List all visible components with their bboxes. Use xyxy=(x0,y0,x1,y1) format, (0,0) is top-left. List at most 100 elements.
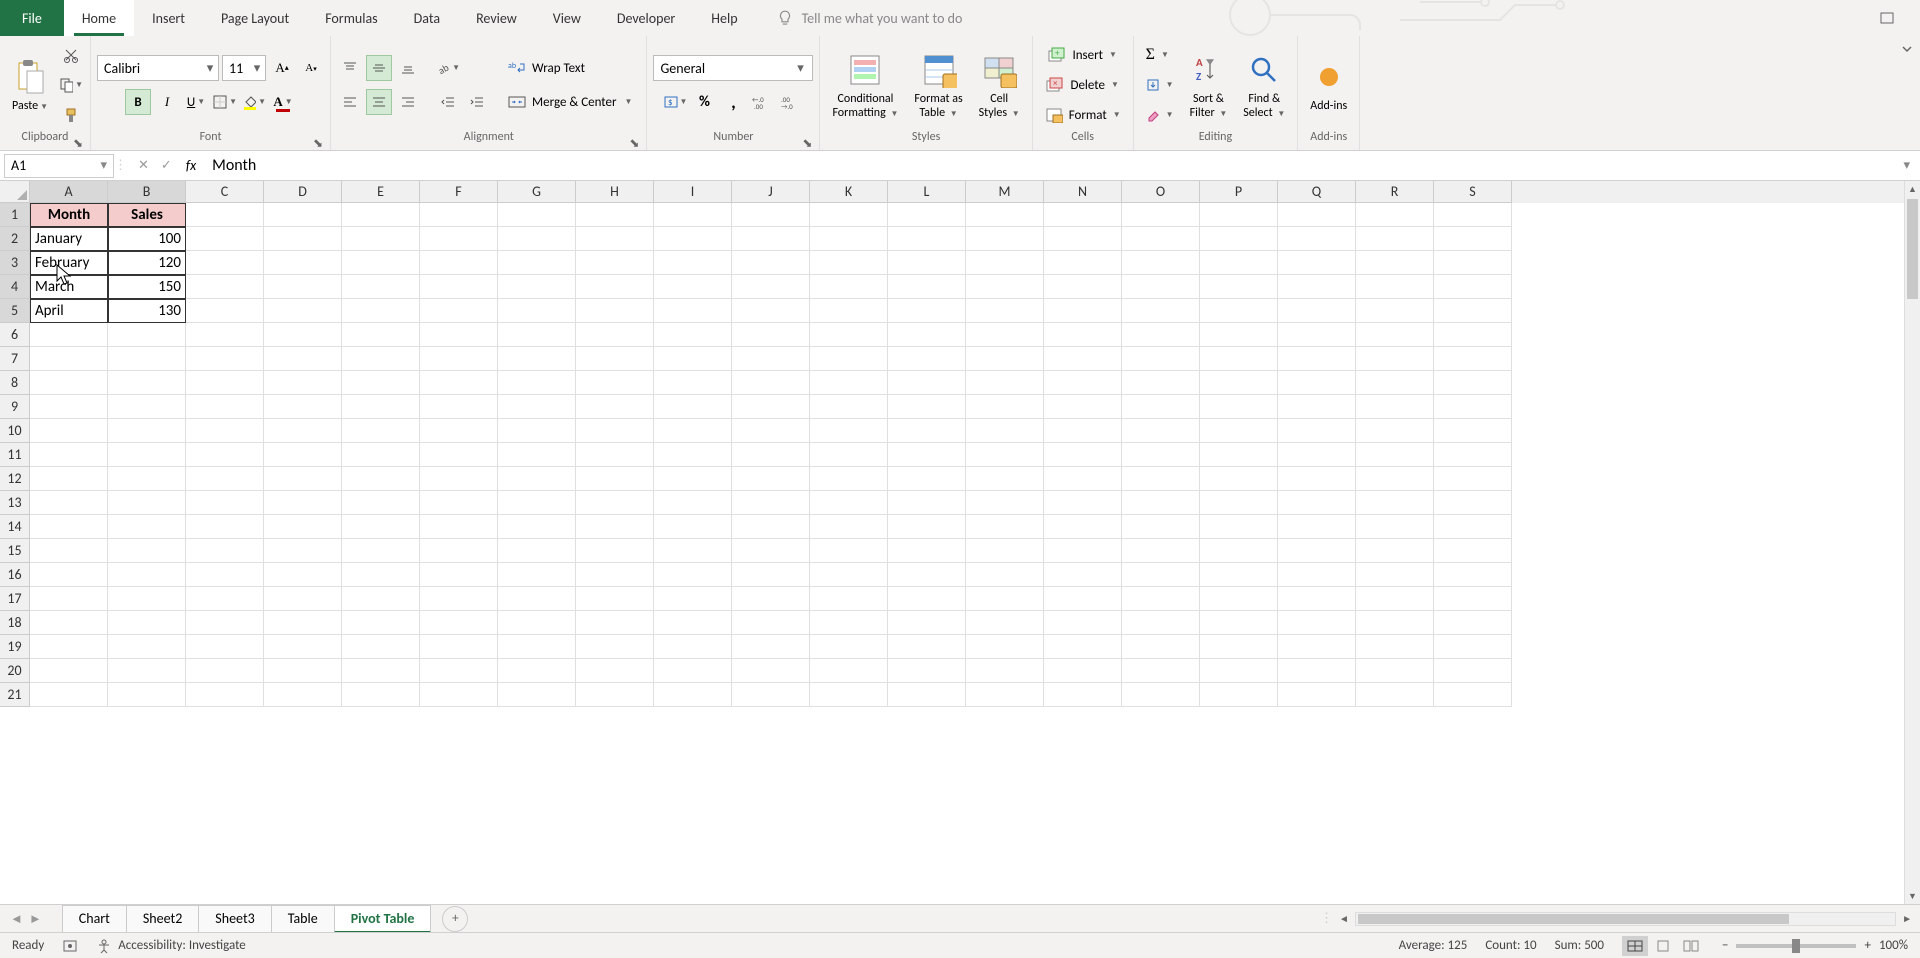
cell-J5[interactable] xyxy=(732,299,810,323)
cell-F16[interactable] xyxy=(420,563,498,587)
cell-D9[interactable] xyxy=(264,395,342,419)
cell-B3[interactable]: 120 xyxy=(108,251,186,275)
row-header-18[interactable]: 18 xyxy=(0,611,30,635)
scroll-up-button[interactable]: ▲ xyxy=(1905,181,1920,197)
cell-J10[interactable] xyxy=(732,419,810,443)
cell-Q19[interactable] xyxy=(1278,635,1356,659)
row-header-10[interactable]: 10 xyxy=(0,419,30,443)
cell-D3[interactable] xyxy=(264,251,342,275)
column-header-G[interactable]: G xyxy=(498,181,576,203)
cell-I15[interactable] xyxy=(654,539,732,563)
cut-button[interactable] xyxy=(58,42,84,68)
formula-input[interactable]: Month xyxy=(204,156,1893,175)
cell-N4[interactable] xyxy=(1044,275,1122,299)
cell-H6[interactable] xyxy=(576,323,654,347)
cell-F13[interactable] xyxy=(420,491,498,515)
normal-view-button[interactable] xyxy=(1622,936,1648,956)
cell-B8[interactable] xyxy=(108,371,186,395)
row-header-9[interactable]: 9 xyxy=(0,395,30,419)
cell-F10[interactable] xyxy=(420,419,498,443)
row-header-12[interactable]: 12 xyxy=(0,467,30,491)
cell-S13[interactable] xyxy=(1434,491,1512,515)
cell-Q9[interactable] xyxy=(1278,395,1356,419)
cell-B10[interactable] xyxy=(108,419,186,443)
cell-P16[interactable] xyxy=(1200,563,1278,587)
cell-E11[interactable] xyxy=(342,443,420,467)
cell-C15[interactable] xyxy=(186,539,264,563)
fill-color-button[interactable]: ▼ xyxy=(241,89,267,115)
tab-data[interactable]: Data xyxy=(396,0,458,36)
cell-L14[interactable] xyxy=(888,515,966,539)
wrap-text-button[interactable]: abWrap Text xyxy=(500,55,640,81)
cell-A5[interactable]: April xyxy=(30,299,108,323)
row-header-13[interactable]: 13 xyxy=(0,491,30,515)
cell-A7[interactable] xyxy=(30,347,108,371)
cell-G17[interactable] xyxy=(498,587,576,611)
cell-J1[interactable] xyxy=(732,203,810,227)
cell-H9[interactable] xyxy=(576,395,654,419)
cell-O8[interactable] xyxy=(1122,371,1200,395)
cell-M18[interactable] xyxy=(966,611,1044,635)
cell-J16[interactable] xyxy=(732,563,810,587)
cell-B13[interactable] xyxy=(108,491,186,515)
cell-J21[interactable] xyxy=(732,683,810,707)
cell-E18[interactable] xyxy=(342,611,420,635)
cell-F17[interactable] xyxy=(420,587,498,611)
page-break-view-button[interactable] xyxy=(1678,936,1704,956)
collapse-ribbon-caret[interactable] xyxy=(1894,36,1920,150)
autosum-button[interactable]: Σ▼ xyxy=(1140,42,1180,68)
cell-O16[interactable] xyxy=(1122,563,1200,587)
cell-E2[interactable] xyxy=(342,227,420,251)
cell-A15[interactable] xyxy=(30,539,108,563)
cell-P20[interactable] xyxy=(1200,659,1278,683)
format-painter-button[interactable] xyxy=(58,102,84,128)
cell-S5[interactable] xyxy=(1434,299,1512,323)
cell-B18[interactable] xyxy=(108,611,186,635)
cell-D7[interactable] xyxy=(264,347,342,371)
column-header-H[interactable]: H xyxy=(576,181,654,203)
cell-C14[interactable] xyxy=(186,515,264,539)
cell-C17[interactable] xyxy=(186,587,264,611)
cell-G4[interactable] xyxy=(498,275,576,299)
cell-R12[interactable] xyxy=(1356,467,1434,491)
cell-O10[interactable] xyxy=(1122,419,1200,443)
cell-A21[interactable] xyxy=(30,683,108,707)
cell-J19[interactable] xyxy=(732,635,810,659)
cell-L19[interactable] xyxy=(888,635,966,659)
cell-C19[interactable] xyxy=(186,635,264,659)
sheet-nav-next[interactable]: ► xyxy=(29,911,42,927)
tell-me-search[interactable]: Tell me what you want to do xyxy=(776,9,963,27)
cell-M12[interactable] xyxy=(966,467,1044,491)
cell-J2[interactable] xyxy=(732,227,810,251)
cell-L10[interactable] xyxy=(888,419,966,443)
accounting-format-button[interactable]: $▼ xyxy=(662,89,688,115)
hscroll-left-button[interactable]: ◄ xyxy=(1339,912,1349,925)
cell-D11[interactable] xyxy=(264,443,342,467)
cell-R13[interactable] xyxy=(1356,491,1434,515)
tab-home[interactable]: Home xyxy=(64,0,134,36)
cell-G2[interactable] xyxy=(498,227,576,251)
decrease-decimal-button[interactable]: .00→.0 xyxy=(778,89,804,115)
add-sheet-button[interactable]: + xyxy=(442,906,468,932)
zoom-control[interactable]: − + 100% xyxy=(1722,938,1908,953)
cell-K1[interactable] xyxy=(810,203,888,227)
cell-M17[interactable] xyxy=(966,587,1044,611)
cell-F21[interactable] xyxy=(420,683,498,707)
bold-button[interactable]: B xyxy=(125,89,151,115)
cell-B4[interactable]: 150 xyxy=(108,275,186,299)
cell-D14[interactable] xyxy=(264,515,342,539)
cell-M2[interactable] xyxy=(966,227,1044,251)
cell-M10[interactable] xyxy=(966,419,1044,443)
addins-button[interactable]: Add-ins xyxy=(1304,42,1353,128)
cell-N18[interactable] xyxy=(1044,611,1122,635)
cell-H16[interactable] xyxy=(576,563,654,587)
cell-D19[interactable] xyxy=(264,635,342,659)
cell-P10[interactable] xyxy=(1200,419,1278,443)
cell-K12[interactable] xyxy=(810,467,888,491)
cell-I18[interactable] xyxy=(654,611,732,635)
cell-I14[interactable] xyxy=(654,515,732,539)
cell-F8[interactable] xyxy=(420,371,498,395)
column-header-A[interactable]: A xyxy=(30,181,108,203)
cell-S12[interactable] xyxy=(1434,467,1512,491)
cell-D17[interactable] xyxy=(264,587,342,611)
